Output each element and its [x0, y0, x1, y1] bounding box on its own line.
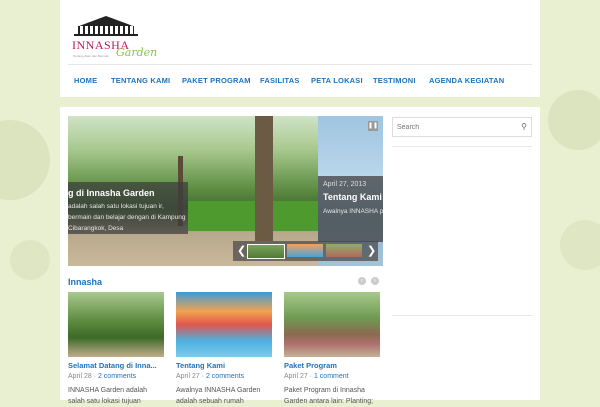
search-input[interactable]	[397, 121, 507, 133]
background-flower-decoration	[0, 120, 50, 200]
post-thumbnail[interactable]	[284, 292, 380, 357]
post-title[interactable]: Tentang Kami	[176, 361, 272, 370]
nav-item-home[interactable]: HOME	[74, 65, 97, 96]
featured-slider[interactable]: g di Innasha Garden adalah salah satu lo…	[68, 116, 383, 266]
lawn-graphic	[188, 201, 318, 231]
nav-item-tentang-kami[interactable]: TENTANG KAMI	[111, 65, 170, 96]
nav-item-agenda-kegiatan[interactable]: AGENDA KEGIATAN	[429, 65, 504, 96]
slide-title-next[interactable]: Tentang Kami	[323, 192, 382, 202]
post-comments-link[interactable]: 2 comments	[206, 373, 244, 380]
background-flower-decoration	[10, 240, 50, 280]
post-excerpt: INNASHA Garden adalah salah satu lokasi …	[68, 387, 147, 405]
chevron-right-icon[interactable]: ❯	[367, 244, 376, 258]
nav-item-testimoni[interactable]: TESTIMONI	[373, 65, 416, 96]
background-flower-decoration	[548, 90, 600, 150]
slide-caption[interactable]: g di Innasha Garden adalah salah satu lo…	[68, 182, 188, 234]
post-meta: April 27 · 1 comment	[284, 373, 349, 380]
logo-script: Garden	[116, 46, 158, 59]
nav-item-paket-program[interactable]: PAKET PROGRAM	[182, 65, 251, 96]
post-meta: April 27 · 2 comments	[176, 373, 245, 380]
logo-base-graphic	[74, 34, 138, 36]
sidebar-divider	[392, 146, 532, 147]
post-title[interactable]: Selamat Datang di Inna...	[68, 361, 164, 370]
site-header: INNASHA Garden Tentang Alam dan Bermain …	[60, 0, 540, 97]
post-excerpt: Paket Program di Innasha Garden antara l…	[284, 387, 374, 405]
post-thumbnail[interactable]	[68, 292, 164, 357]
pause-icon[interactable]: ❚❚	[368, 121, 378, 131]
logo-roof-graphic	[79, 16, 133, 26]
post-card: Tentang Kami April 27 · 2 comments Awaln…	[176, 292, 272, 407]
slide-excerpt-next: Awalnya INNASHA peristirahatan di P Seni…	[323, 208, 383, 215]
chevron-left-icon[interactable]: ❮	[237, 244, 246, 258]
page-wrapper: INNASHA Garden Tentang Alam dan Bermain …	[60, 0, 540, 405]
tree-trunk-graphic	[255, 116, 273, 241]
post-card: Paket Program April 27 · 1 comment Paket…	[284, 292, 380, 407]
background-flower-decoration	[560, 220, 600, 270]
slide-excerpt: adalah salah satu lokasi tujuan ir, berm…	[68, 203, 186, 232]
nav-item-fasilitas[interactable]: FASILITAS	[260, 65, 300, 96]
post-comments-link[interactable]: 2 comments	[98, 373, 136, 380]
logo-tagline: Tentang Alam dan Bermain	[73, 54, 110, 58]
post-thumbnail[interactable]	[176, 292, 272, 357]
slider-thumbnails: ❮ ❯	[233, 241, 378, 261]
post-excerpt: Awalnya INNASHA Garden adalah sebuah rum…	[176, 387, 261, 405]
slider-thumbnail[interactable]	[326, 244, 362, 257]
nav-item-peta-lokasi[interactable]: PETA LOKASI	[311, 65, 363, 96]
main-navigation: HOME TENTANG KAMI PAKET PROGRAM FASILITA…	[68, 64, 532, 97]
post-date: April 28	[68, 373, 92, 380]
slider-thumbnail[interactable]	[247, 244, 285, 259]
search-icon[interactable]: ⚲	[521, 122, 527, 132]
slide-date: April 27, 2013	[323, 181, 367, 188]
logo-columns-graphic	[78, 26, 134, 34]
post-meta: April 28 · 2 comments	[68, 373, 137, 380]
slide-caption-next[interactable]: April 27, 2013 Tentang Kami Awalnya INNA…	[318, 176, 383, 242]
chevron-left-icon[interactable]: ‹	[358, 277, 366, 285]
post-title[interactable]: Paket Program	[284, 361, 380, 370]
sidebar-divider	[392, 315, 532, 316]
search-box: ⚲	[392, 117, 532, 137]
slider-thumbnail[interactable]	[287, 244, 323, 257]
slide-title[interactable]: g di Innasha Garden	[68, 188, 155, 198]
post-date: April 27	[176, 373, 200, 380]
chevron-right-icon[interactable]: ›	[371, 277, 379, 285]
section-title: Innasha	[68, 277, 103, 287]
post-card: Selamat Datang di Inna... April 28 · 2 c…	[68, 292, 164, 407]
post-date: April 27	[284, 373, 308, 380]
site-logo[interactable]: INNASHA Garden Tentang Alam dan Bermain	[72, 10, 158, 60]
main-content: g di Innasha Garden adalah salah satu lo…	[60, 107, 540, 405]
post-comments-link[interactable]: 1 comment	[314, 373, 349, 380]
